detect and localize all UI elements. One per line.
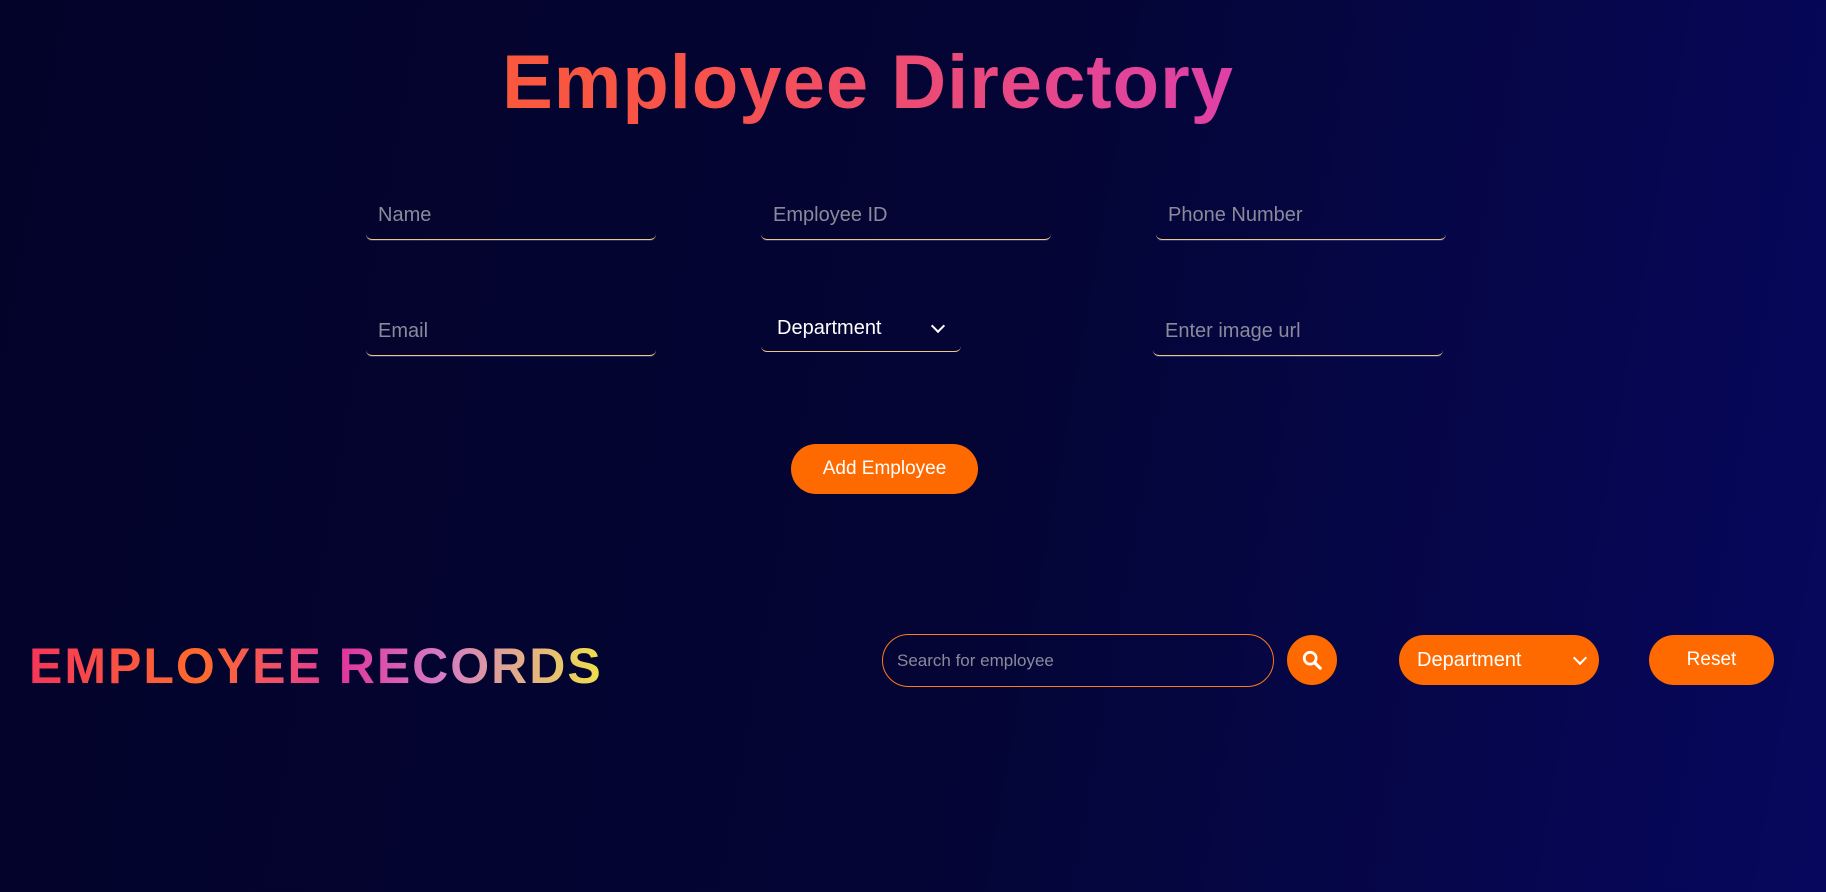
search-button[interactable] <box>1287 635 1337 685</box>
page-title: Employee Directory <box>0 38 1736 128</box>
department-filter-value: Department <box>1417 648 1522 671</box>
email-field[interactable] <box>366 308 656 356</box>
chevron-down-icon <box>1572 650 1588 665</box>
image-url-field[interactable] <box>1153 308 1443 356</box>
department-select[interactable]: Department <box>761 306 961 352</box>
search-input[interactable] <box>882 634 1274 687</box>
employee-id-field[interactable] <box>761 192 1051 240</box>
department-select-value: Department <box>777 317 882 339</box>
reset-button[interactable]: Reset <box>1649 635 1774 685</box>
chevron-down-icon <box>930 318 946 334</box>
phone-number-field[interactable] <box>1156 192 1446 240</box>
records-title: EMPLOYEE RECORDS <box>29 638 603 694</box>
search-icon <box>1302 650 1322 670</box>
name-field[interactable] <box>366 192 656 240</box>
add-employee-button[interactable]: Add Employee <box>791 444 978 494</box>
department-filter-select[interactable]: Department <box>1399 635 1599 685</box>
